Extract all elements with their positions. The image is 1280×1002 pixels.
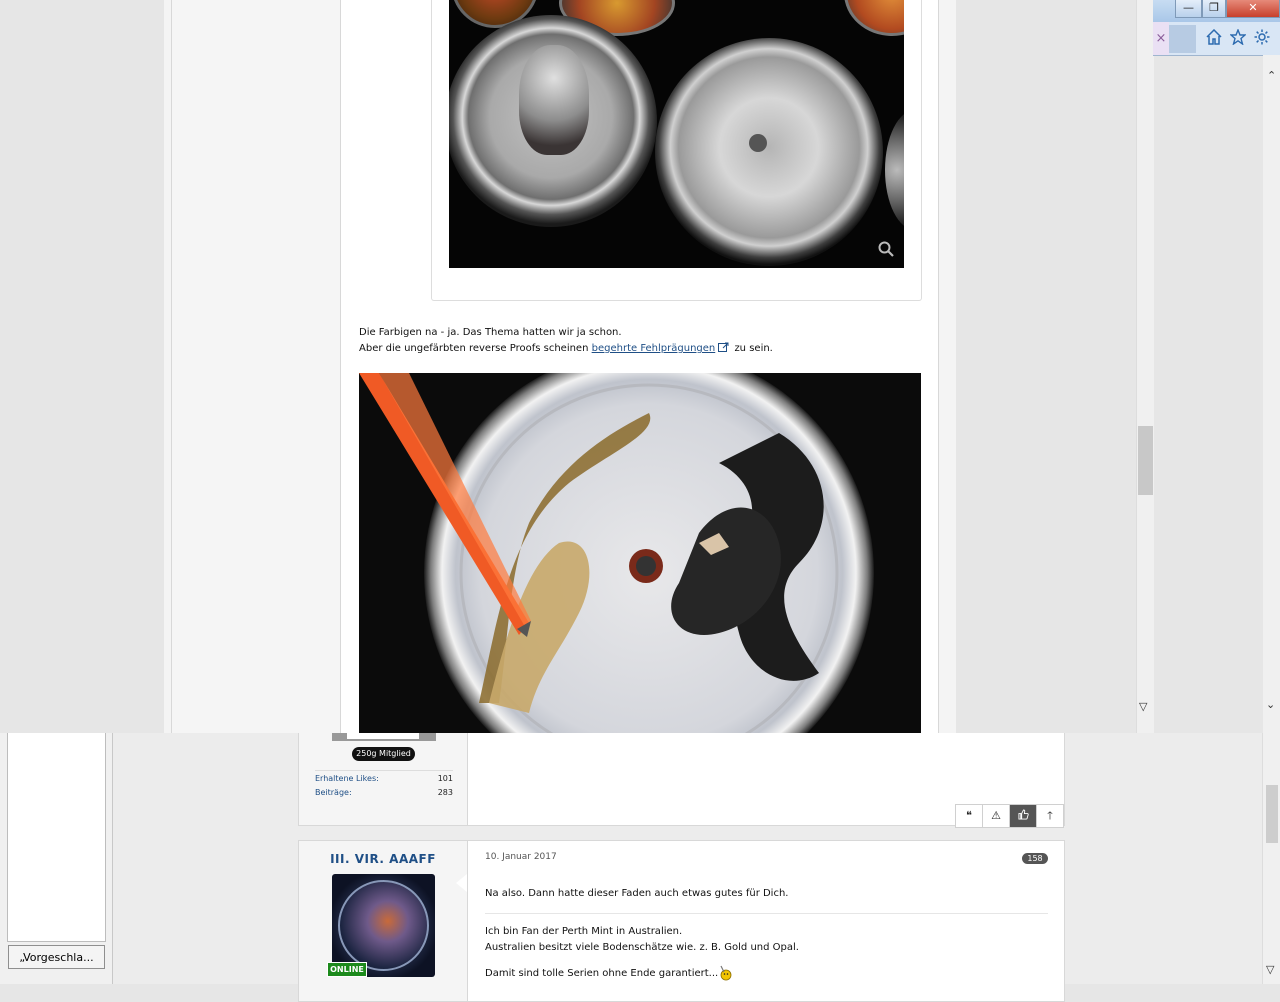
post-user-info: 250g Mitglied Erhaltene Likes: 101 Beitr… (299, 733, 468, 825)
external-link-icon (718, 342, 729, 352)
post-text-line: Aber die ungefärbten reverse Proofs sche… (359, 342, 773, 354)
rank-badge: 250g Mitglied (352, 747, 415, 761)
browser-window: Die Farbigen na - ja. Das Thema hatten w… (164, 0, 1154, 733)
report-button[interactable]: ⚠ (983, 805, 1010, 827)
post-text-line: Die Farbigen na - ja. Das Thema hatten w… (359, 327, 622, 338)
minimize-button[interactable]: — (1175, 0, 1202, 18)
gear-icon[interactable] (1254, 29, 1270, 45)
background-window: „Vorgeschla... 250g Mitglied Erhaltene L… (0, 733, 1280, 1002)
forum-post: 250g Mitglied Erhaltene Likes: 101 Beitr… (298, 733, 1065, 828)
stat-value: 101 (437, 774, 453, 783)
post-user-info: III. VIR. AAAFF ONLINE (299, 841, 468, 1001)
online-badge: ONLINE (327, 962, 367, 977)
suggest-button[interactable]: „Vorgeschla... (8, 945, 105, 969)
close-button[interactable]: ✕ (1226, 0, 1280, 18)
page-scrollbar[interactable]: ▽ (1136, 0, 1154, 733)
background-scrollbar[interactable]: ▽ (1262, 733, 1280, 984)
post-text-line: Damit sind tolle Serien ohne Ende garant… (485, 968, 719, 979)
stat-likes: Erhaltene Likes: 101 (315, 774, 453, 783)
rooster-coin-image (338, 880, 429, 971)
coin-closeup-photo[interactable] (359, 373, 921, 733)
page-margin (956, 0, 1136, 733)
scroll-down-arrow-icon[interactable]: ⌄ (1266, 698, 1275, 711)
star-icon[interactable] (1230, 29, 1246, 45)
post-action-bar: ❝ ⚠ 🡑 (955, 804, 1064, 828)
scrollbar-thumb[interactable] (1138, 426, 1153, 495)
left-panel: „Vorgeschla... (0, 733, 113, 984)
scroll-down-arrow-icon[interactable]: ▽ (1266, 963, 1274, 976)
external-link[interactable]: begehrte Fehlprägungen (592, 343, 716, 354)
post-text-line: Na also. Dann hatte dieser Faden auch et… (485, 888, 789, 899)
like-icon (1017, 809, 1029, 820)
zoom-icon[interactable] (878, 241, 894, 257)
post-text-line: Ich bin Fan der Perth Mint in Australien… (485, 926, 683, 937)
restore-button[interactable]: ❐ (1202, 0, 1226, 18)
scroll-top-button[interactable]: 🡑 (1037, 805, 1063, 827)
post-number-badge[interactable]: 158 (1022, 853, 1048, 864)
forum-post: III. VIR. AAAFF ONLINE 10. Januar 2017 1… (298, 840, 1065, 1002)
forum-thread: 250g Mitglied Erhaltene Likes: 101 Beitr… (298, 733, 1065, 1002)
scrollbar-thumb[interactable] (1266, 785, 1278, 843)
smiley-icon (720, 965, 732, 981)
post-pointer (456, 874, 467, 892)
coins-photo[interactable] (449, 0, 904, 268)
phoenix-dragon-coin-image (359, 373, 921, 733)
page-viewport: Die Farbigen na - ja. Das Thema hatten w… (164, 0, 956, 733)
avatar[interactable] (332, 733, 436, 741)
stat-label[interactable]: Beiträge: (315, 788, 352, 797)
post-text: zu sein. (734, 343, 773, 354)
stat-posts: Beiträge: 283 (315, 788, 453, 797)
quote-box (431, 0, 922, 301)
post-text: Aber die ungefärbten reverse Proofs sche… (359, 343, 589, 354)
scroll-down-arrow-icon[interactable]: ▽ (1139, 700, 1147, 713)
tab-close-icon[interactable]: × (1153, 22, 1169, 55)
browser-tab[interactable] (1169, 25, 1196, 53)
quote-button[interactable]: ❝ (956, 805, 983, 827)
forum-post: Die Farbigen na - ja. Das Thema hatten w… (171, 0, 939, 733)
signature-divider (485, 913, 1048, 914)
stats-divider (315, 770, 453, 771)
suggestion-list-box[interactable] (7, 733, 106, 942)
browser-chrome: — ❐ ✕ × (1153, 0, 1280, 56)
stat-label[interactable]: Erhaltene Likes: (315, 774, 379, 783)
post-user-info (172, 0, 341, 733)
post-body: 10. Januar 2017 158 Na also. Dann hatte … (485, 841, 1048, 1001)
scroll-up-arrow-icon[interactable]: ⌃ (1267, 69, 1276, 82)
post-text-line: Australien besitzt viele Bodenschätze wi… (485, 942, 799, 953)
stat-value: 283 (437, 788, 453, 797)
browser-toolbar: × (1153, 22, 1280, 56)
window-controls: — ❐ ✕ (1153, 0, 1280, 22)
post-date[interactable]: 10. Januar 2017 (485, 852, 557, 862)
home-icon[interactable] (1206, 29, 1222, 45)
post-username[interactable]: III. VIR. AAAFF (299, 852, 467, 866)
right-edge-scrollbar[interactable]: ⌃ ⌄ (1263, 55, 1280, 733)
like-button[interactable] (1010, 805, 1037, 827)
